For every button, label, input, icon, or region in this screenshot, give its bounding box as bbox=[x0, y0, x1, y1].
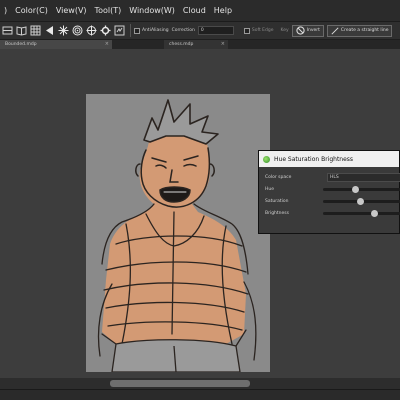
canvas-paper[interactable] bbox=[86, 94, 270, 372]
color-space-label: Color space bbox=[265, 175, 292, 180]
menu-item-view[interactable]: View(V) bbox=[52, 0, 91, 22]
create-straight-line-button[interactable]: Create a straight line bbox=[326, 24, 393, 37]
character-sketch bbox=[97, 99, 257, 372]
straight-line-label: Create a straight line bbox=[340, 28, 389, 33]
horizontal-scrollbar[interactable] bbox=[0, 378, 400, 389]
menu-bar: ) Color(C) View(V) Tool(T) Window(W) Clo… bbox=[0, 0, 400, 22]
hue-slider[interactable] bbox=[323, 186, 400, 193]
hue-label: Hue bbox=[265, 187, 275, 192]
toolbar-divider bbox=[130, 24, 131, 37]
hue-slider-thumb[interactable] bbox=[352, 186, 359, 193]
prohibit-icon bbox=[296, 26, 305, 35]
close-icon[interactable]: × bbox=[221, 40, 225, 49]
correction-value: 0 bbox=[200, 28, 204, 33]
tab-bounded[interactable]: Bounded.mdp × bbox=[0, 40, 112, 49]
brightness-label: Brightness bbox=[265, 211, 289, 216]
invert-button[interactable]: Invert bbox=[291, 24, 324, 37]
scrollbar-thumb[interactable] bbox=[110, 380, 250, 387]
saturation-slider[interactable] bbox=[323, 198, 400, 205]
brightness-slider[interactable] bbox=[323, 210, 400, 217]
book-icon[interactable] bbox=[15, 24, 28, 37]
menu-item-file[interactable]: ) bbox=[0, 0, 11, 22]
menu-item-color[interactable]: Color(C) bbox=[11, 0, 52, 22]
brightness-slider-thumb[interactable] bbox=[371, 210, 378, 217]
antialiasing-checkbox[interactable] bbox=[134, 27, 140, 34]
hand-icon[interactable] bbox=[113, 24, 126, 37]
app-icon bbox=[263, 155, 270, 163]
saturation-slider-thumb[interactable] bbox=[357, 198, 364, 205]
tab-label: chess.mdp bbox=[169, 42, 194, 47]
key-label: Key bbox=[280, 28, 289, 33]
menu-item-help[interactable]: Help bbox=[210, 0, 236, 22]
document-tabs: Bounded.mdp × chess.mdp × bbox=[0, 40, 400, 49]
brightness-row: Brightness bbox=[265, 209, 400, 218]
pants bbox=[111, 339, 241, 372]
correction-label: Correction bbox=[171, 28, 195, 33]
straight-line-icon bbox=[331, 26, 339, 35]
grid-icon[interactable] bbox=[29, 24, 42, 37]
tab-chess[interactable]: chess.mdp × bbox=[164, 40, 228, 49]
triangle-left-icon[interactable] bbox=[43, 24, 56, 37]
color-space-row: Color space HLS bbox=[265, 173, 400, 182]
soft-edge-label: Soft Edge bbox=[251, 28, 274, 33]
color-space-select[interactable]: HLS bbox=[327, 173, 400, 182]
hue-saturation-brightness-dialog: Hue Saturation Brightness Color space HL… bbox=[258, 150, 400, 234]
antialiasing-label: AntiAliasing bbox=[142, 28, 169, 33]
radial-lines-icon[interactable] bbox=[57, 24, 70, 37]
dialog-title-bar[interactable]: Hue Saturation Brightness bbox=[259, 151, 399, 167]
layers-icon[interactable] bbox=[1, 24, 14, 37]
menu-item-tool[interactable]: Tool(T) bbox=[91, 0, 126, 22]
saturation-row: Saturation bbox=[265, 197, 400, 206]
status-bar bbox=[0, 389, 400, 400]
gear-icon[interactable] bbox=[99, 24, 112, 37]
dialog-title: Hue Saturation Brightness bbox=[274, 155, 354, 163]
close-icon[interactable]: × bbox=[105, 40, 109, 49]
concentric-circles-icon[interactable] bbox=[71, 24, 84, 37]
menu-item-cloud[interactable]: Cloud bbox=[179, 0, 210, 22]
menu-item-window[interactable]: Window(W) bbox=[125, 0, 179, 22]
soft-edge-checkbox[interactable] bbox=[243, 27, 250, 34]
correction-dropdown[interactable]: 0 bbox=[197, 26, 234, 35]
tool-options-bar: AntiAliasing Correction 0 Soft Edge Key … bbox=[0, 22, 400, 40]
invert-label: Invert bbox=[306, 28, 320, 33]
tab-label: Bounded.mdp bbox=[5, 42, 37, 47]
crosshair-grid-icon[interactable] bbox=[85, 24, 98, 37]
saturation-label: Saturation bbox=[265, 199, 289, 204]
hue-row: Hue bbox=[265, 185, 400, 194]
